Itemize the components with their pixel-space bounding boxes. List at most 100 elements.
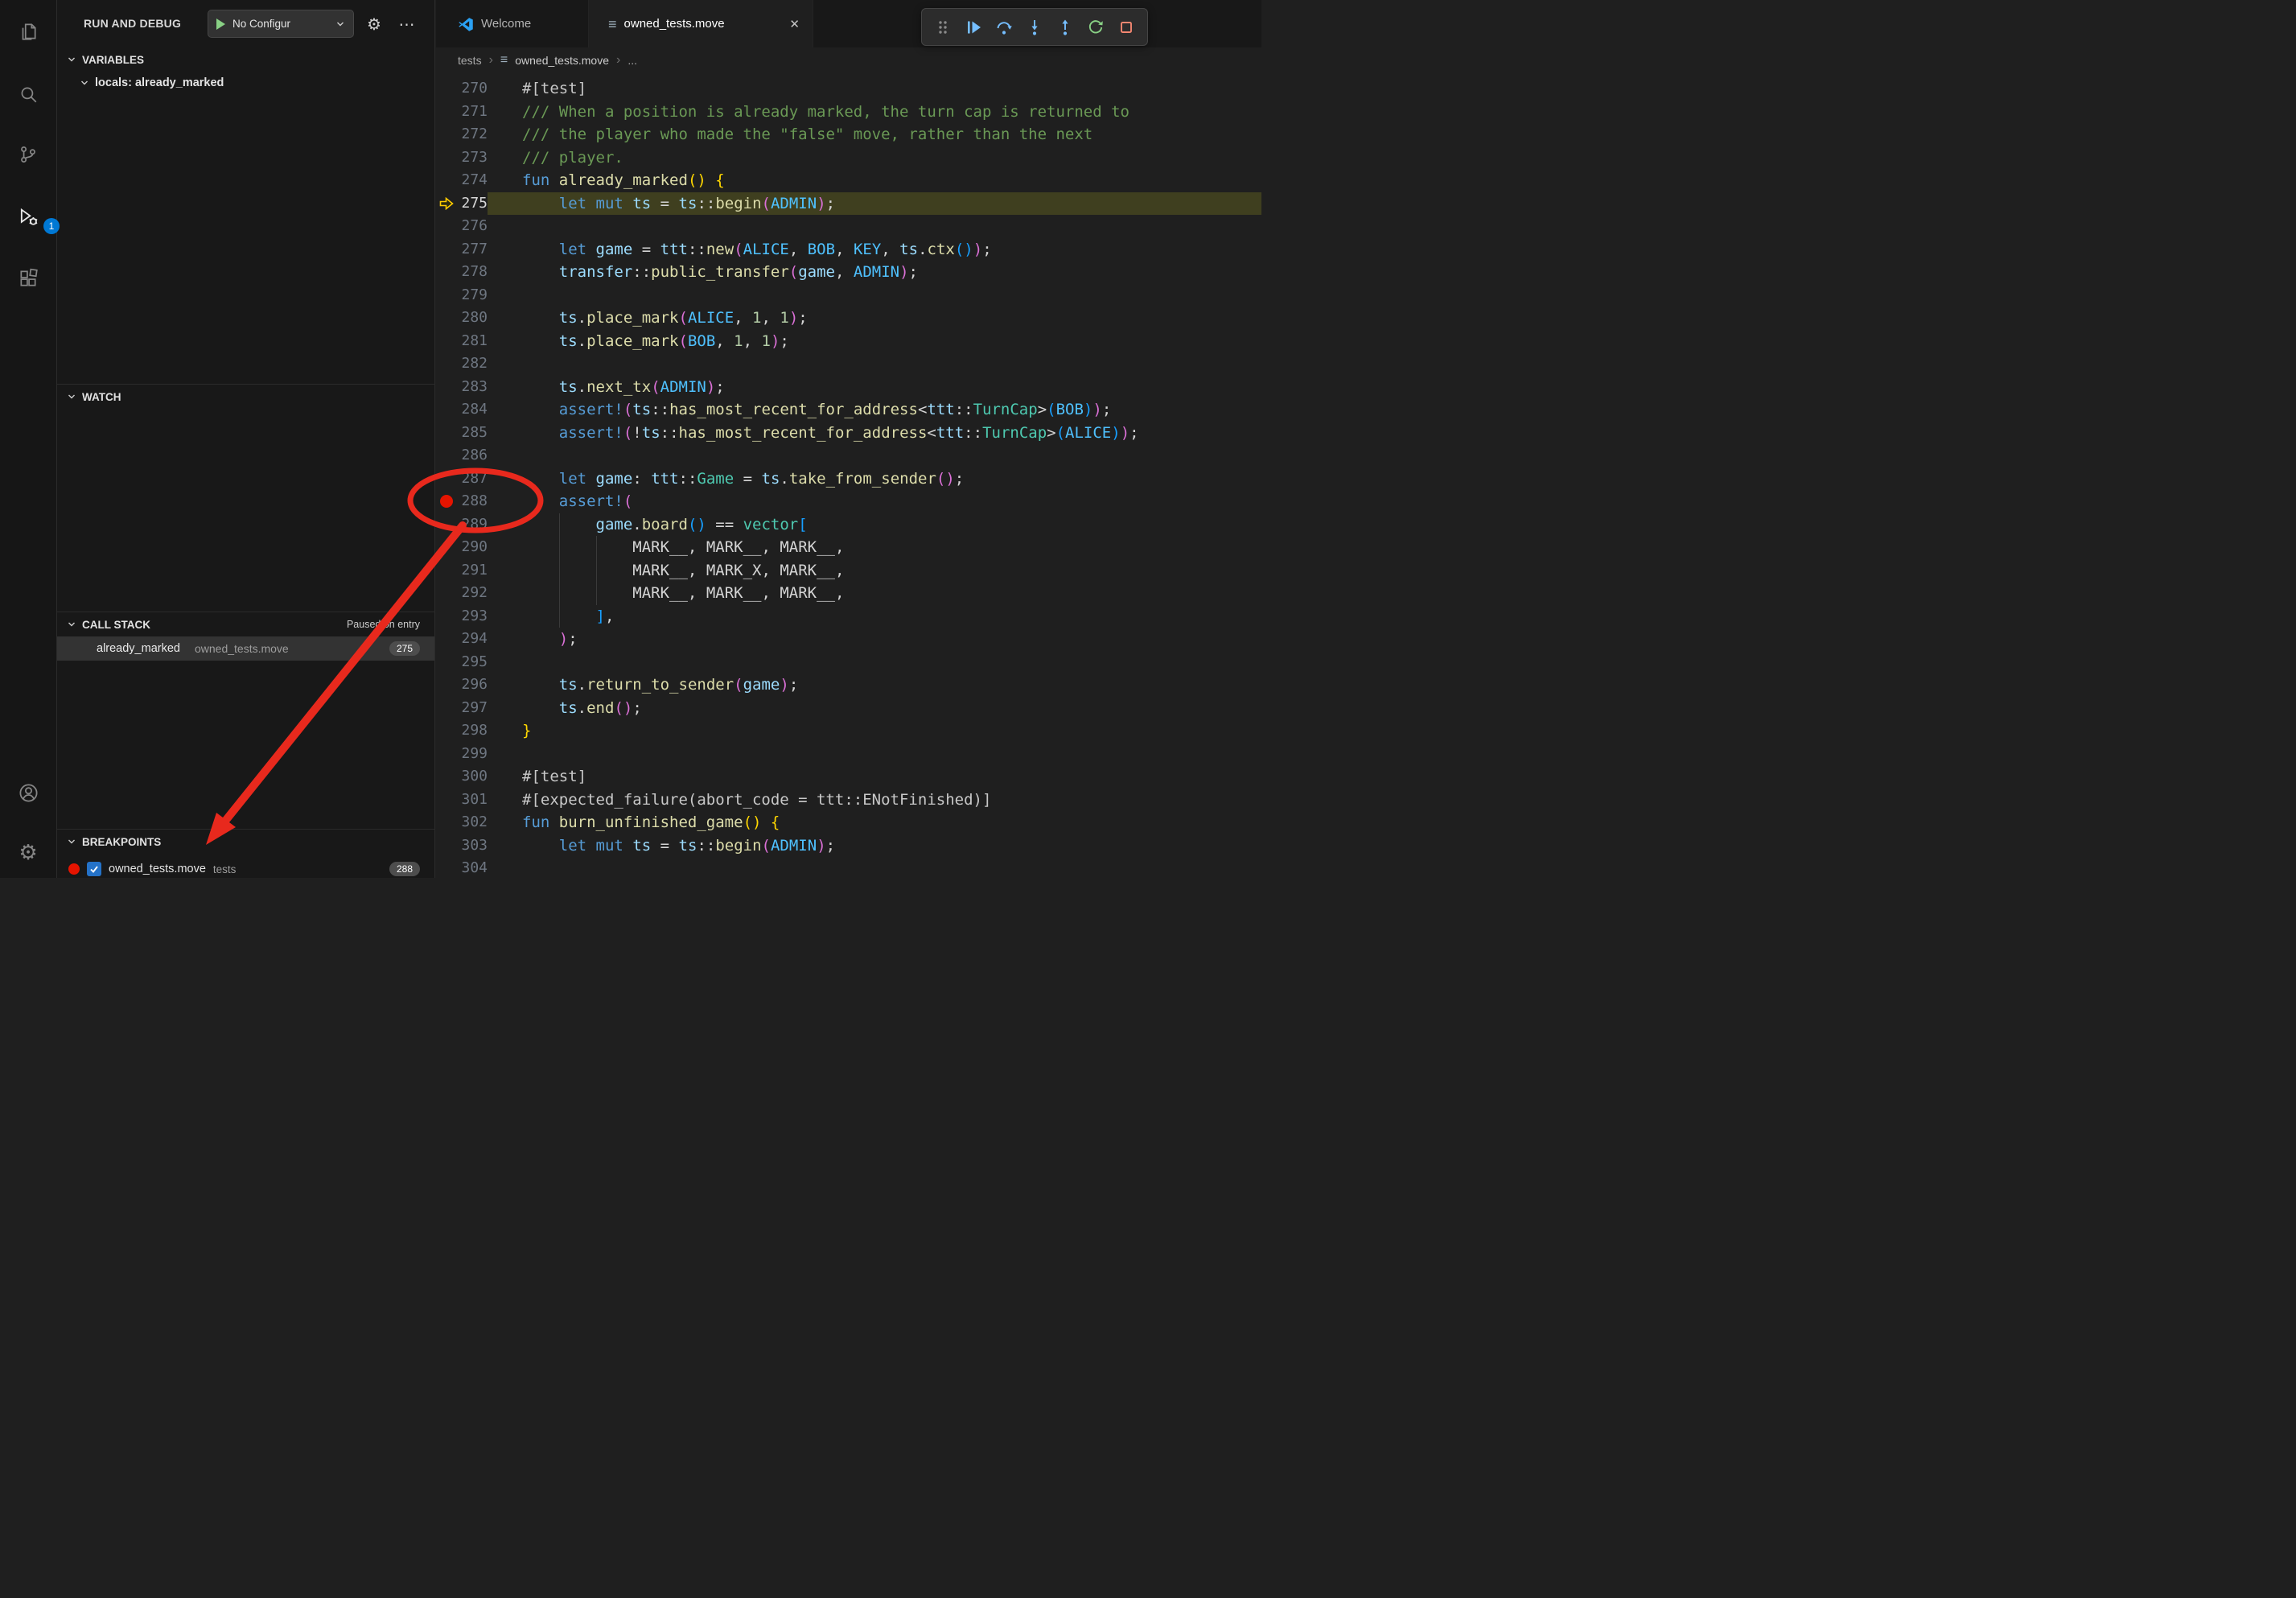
continue-icon[interactable] xyxy=(961,14,986,40)
start-debug-icon[interactable] xyxy=(216,19,225,30)
indent-guide xyxy=(559,536,560,559)
code-line-content: ); xyxy=(488,628,1261,651)
stop-icon[interactable] xyxy=(1113,14,1139,40)
gutter-glyph-margin[interactable] xyxy=(436,673,457,697)
code-text: transfer::public_transfer(game, ADMIN); xyxy=(522,263,918,281)
more-actions-icon[interactable]: ⋯ xyxy=(397,14,418,35)
line-number: 295 xyxy=(457,651,488,674)
variables-scope-row[interactable]: locals: already_marked xyxy=(57,72,434,94)
breakpoint-checkbox[interactable] xyxy=(87,862,101,876)
call-stack-frame-row[interactable]: already_marked owned_tests.move 275 xyxy=(57,636,434,661)
code-text: ts.return_to_sender(game); xyxy=(522,676,798,694)
code-line-292: 292 MARK__, MARK__, MARK__, xyxy=(436,582,1261,605)
gutter-glyph-margin[interactable] xyxy=(436,169,457,192)
code-line-content xyxy=(488,352,1261,376)
line-number: 291 xyxy=(457,559,488,583)
step-out-icon[interactable] xyxy=(1052,14,1078,40)
gutter-glyph-margin[interactable] xyxy=(436,192,457,216)
step-over-icon[interactable] xyxy=(991,14,1017,40)
gutter-glyph-margin[interactable] xyxy=(436,261,457,284)
gutter-glyph-margin[interactable] xyxy=(436,628,457,651)
code-line-content: } xyxy=(488,719,1261,743)
gutter-glyph-margin[interactable] xyxy=(436,101,457,124)
step-into-icon[interactable] xyxy=(1022,14,1047,40)
gutter-glyph-margin[interactable] xyxy=(436,834,457,858)
source-control-icon[interactable] xyxy=(16,142,40,167)
chevron-down-icon xyxy=(67,392,76,402)
breadcrumb: tests › ≡ owned_tests.move › ... xyxy=(436,47,1261,73)
gutter-glyph-margin[interactable] xyxy=(436,398,457,422)
frame-file-name: owned_tests.move xyxy=(195,642,289,655)
debug-settings-gear-icon[interactable]: ⚙ xyxy=(364,14,385,35)
restart-icon[interactable] xyxy=(1083,14,1109,40)
line-number: 287 xyxy=(457,467,488,491)
breakpoint-gutter[interactable] xyxy=(436,490,457,513)
gutter-glyph-margin[interactable] xyxy=(436,857,457,878)
gutter-glyph-margin[interactable] xyxy=(436,789,457,812)
gutter-glyph-margin[interactable] xyxy=(436,765,457,789)
gutter-glyph-margin[interactable] xyxy=(436,743,457,766)
gutter-glyph-margin[interactable] xyxy=(436,697,457,720)
code-text: ); xyxy=(522,630,578,648)
gutter-glyph-margin[interactable] xyxy=(436,536,457,559)
code-line-content: let mut ts = ts::begin(ADMIN); xyxy=(488,192,1261,216)
tab-welcome[interactable]: Welcome xyxy=(436,0,589,47)
debug-current-line-arrow-icon xyxy=(439,197,454,210)
gutter-glyph-margin[interactable] xyxy=(436,146,457,170)
gutter-glyph-margin[interactable] xyxy=(436,582,457,605)
drag-grip-icon[interactable] xyxy=(930,14,956,40)
breakpoint-folder-name: tests xyxy=(213,863,237,875)
code-line-content: ], xyxy=(488,605,1261,628)
breadcrumb-folder[interactable]: tests xyxy=(458,54,482,67)
extensions-icon[interactable] xyxy=(16,266,40,290)
gutter-glyph-margin[interactable] xyxy=(436,811,457,834)
account-icon[interactable] xyxy=(16,780,40,805)
gutter-glyph-margin[interactable] xyxy=(436,376,457,399)
close-icon[interactable]: ✕ xyxy=(789,17,800,31)
watch-section-header[interactable]: WATCH xyxy=(57,385,434,409)
code-text: /// When a position is already marked, t… xyxy=(522,103,1129,121)
gutter-glyph-margin[interactable] xyxy=(436,513,457,537)
breadcrumb-file[interactable]: owned_tests.move xyxy=(515,54,609,67)
line-number: 289 xyxy=(457,513,488,537)
code-line-293: 293 ], xyxy=(436,605,1261,628)
gutter-glyph-margin[interactable] xyxy=(436,467,457,491)
line-number: 297 xyxy=(457,697,488,720)
gutter-glyph-margin[interactable] xyxy=(436,284,457,307)
variables-scope-label: locals: already_marked xyxy=(95,76,224,89)
gutter-glyph-margin[interactable] xyxy=(436,444,457,467)
run-and-debug-icon[interactable]: 1 xyxy=(16,205,40,229)
call-stack-section-header[interactable]: CALL STACK Paused on entry xyxy=(57,612,434,636)
settings-gear-icon[interactable]: ⚙ xyxy=(16,840,40,864)
code-line-287: 287 let game: ttt::Game = ts.take_from_s… xyxy=(436,467,1261,491)
tab-owned-tests-move[interactable]: ≡ owned_tests.move ✕ xyxy=(589,0,813,47)
code-line-content: #[test] xyxy=(488,765,1261,789)
code-line-299: 299 xyxy=(436,743,1261,766)
gutter-glyph-margin[interactable] xyxy=(436,215,457,238)
code-line-content: let mut ts = ts::begin(ADMIN); xyxy=(488,834,1261,858)
code-line-280: 280 ts.place_mark(ALICE, 1, 1); xyxy=(436,307,1261,330)
gutter-glyph-margin[interactable] xyxy=(436,238,457,262)
gutter-glyph-margin[interactable] xyxy=(436,605,457,628)
gutter-glyph-margin[interactable] xyxy=(436,123,457,146)
gutter-glyph-margin[interactable] xyxy=(436,77,457,101)
gutter-glyph-margin[interactable] xyxy=(436,330,457,353)
files-icon[interactable] xyxy=(16,19,40,43)
tab-label: Welcome xyxy=(481,17,531,31)
gutter-glyph-margin[interactable] xyxy=(436,307,457,330)
breadcrumb-symbol[interactable]: ... xyxy=(627,54,637,67)
code-text: #[test] xyxy=(522,768,586,785)
debug-configuration-dropdown[interactable]: No Configur xyxy=(208,10,354,38)
search-icon[interactable] xyxy=(16,82,40,106)
breakpoint-dot-icon[interactable] xyxy=(440,495,453,508)
variables-section-header[interactable]: VARIABLES xyxy=(57,47,434,72)
gutter-glyph-margin[interactable] xyxy=(436,719,457,743)
gutter-glyph-margin[interactable] xyxy=(436,422,457,445)
breakpoint-list-item[interactable]: owned_tests.move tests 288 xyxy=(57,857,434,881)
code-text: fun burn_unfinished_game() { xyxy=(522,813,780,831)
gutter-glyph-margin[interactable] xyxy=(436,651,457,674)
gutter-glyph-margin[interactable] xyxy=(436,352,457,376)
code-line-303: 303 let mut ts = ts::begin(ADMIN); xyxy=(436,834,1261,858)
breakpoints-section-header[interactable]: BREAKPOINTS xyxy=(57,830,434,854)
gutter-glyph-margin[interactable] xyxy=(436,559,457,583)
